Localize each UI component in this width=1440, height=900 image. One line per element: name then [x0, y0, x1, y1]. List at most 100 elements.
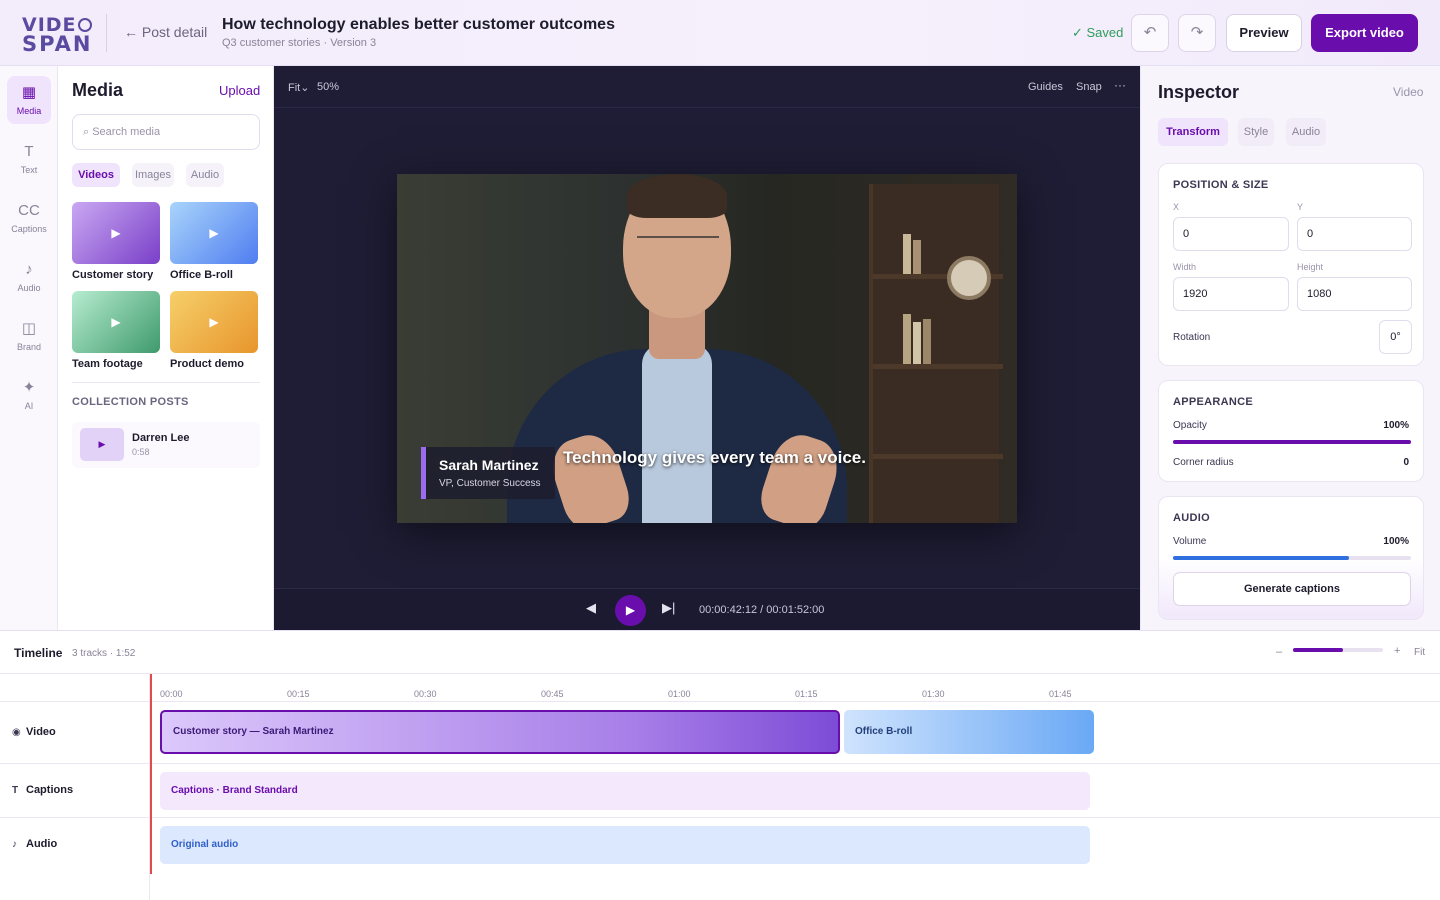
- media-tab-images[interactable]: Images: [132, 163, 174, 187]
- video-canvas[interactable]: Sarah Martinez VP, Customer Success Tech…: [397, 174, 1017, 523]
- rail-label: Audio: [17, 283, 41, 293]
- next-frame-icon[interactable]: ▶|: [662, 600, 675, 616]
- y-input[interactable]: 0: [1297, 217, 1412, 251]
- zoom-in-button[interactable]: +: [1394, 645, 1400, 657]
- grid-icon: ▦: [21, 84, 37, 101]
- inspector-tab-transform[interactable]: Transform: [1158, 118, 1228, 146]
- clip-office-broll[interactable]: Office B-roll: [844, 710, 1094, 754]
- media-tab-audio[interactable]: Audio: [186, 163, 224, 187]
- timeline-divider: [0, 673, 1440, 674]
- opacity-slider[interactable]: [1173, 440, 1411, 444]
- track-label-audio[interactable]: ♪ Audio: [12, 838, 57, 850]
- zoom-level[interactable]: 50%: [317, 81, 339, 93]
- clip-original-audio[interactable]: Original audio: [160, 826, 1090, 864]
- collection-thumb: ▶: [80, 428, 124, 461]
- play-button[interactable]: ▶: [615, 595, 646, 626]
- snap-toggle[interactable]: Snap: [1076, 81, 1102, 93]
- rail-label: Text: [20, 165, 38, 175]
- logo-bottom-text: SPAN: [22, 32, 93, 56]
- corner-radius-value[interactable]: 0: [1403, 457, 1409, 468]
- rail-item-audio[interactable]: ♪ Audio: [7, 253, 51, 301]
- bookshelf-background: [869, 184, 1003, 523]
- timeline-panel: Timeline 3 tracks · 1:52 – + Fit 00:00 0…: [0, 630, 1440, 900]
- rail-label: Captions: [11, 224, 47, 234]
- lower-third-name: Sarah Martinez: [439, 457, 539, 473]
- app-logo[interactable]: VIDE SPAN: [22, 14, 93, 56]
- media-divider: [72, 382, 260, 383]
- undo-button[interactable]: ↶: [1131, 14, 1169, 52]
- more-options-icon[interactable]: ···: [1114, 78, 1126, 92]
- preview-stage: Fit⌄ 50% Guides Snap ··· Sarah Martinez …: [274, 66, 1140, 630]
- playhead[interactable]: [150, 674, 152, 874]
- search-media-input[interactable]: ⌕ Search media: [72, 114, 260, 150]
- rail-item-brand[interactable]: ◫ Brand: [7, 312, 51, 360]
- zoom-out-button[interactable]: –: [1276, 646, 1282, 658]
- previous-frame-icon[interactable]: ◀: [586, 600, 596, 616]
- media-tab-videos[interactable]: Videos: [72, 163, 120, 187]
- ruler-divider: [0, 701, 1440, 702]
- ruler-tick: 01:00: [668, 689, 691, 699]
- preview-button[interactable]: Preview: [1226, 14, 1302, 52]
- y-label: Y: [1297, 202, 1304, 212]
- rail-label: AI: [24, 401, 34, 411]
- rotation-input[interactable]: 0°: [1379, 320, 1412, 354]
- media-item-label: Team footage: [72, 358, 143, 370]
- ruler-tick: 01:30: [922, 689, 945, 699]
- media-item-label: Product demo: [170, 358, 244, 370]
- track-label-video[interactable]: ◉ Video: [12, 726, 56, 738]
- brand-icon: ◫: [21, 320, 37, 337]
- ruler-tick: 00:00: [160, 689, 183, 699]
- width-input[interactable]: 1920: [1173, 277, 1289, 311]
- speaker-shirt: [642, 344, 712, 523]
- back-to-post-link[interactable]: ← Post detail: [124, 24, 207, 40]
- height-input[interactable]: 1080: [1297, 277, 1412, 311]
- fit-dropdown[interactable]: Fit⌄: [288, 81, 309, 94]
- timeline-zoom-slider[interactable]: [1293, 648, 1383, 652]
- redo-button[interactable]: ↷: [1178, 14, 1216, 52]
- timeline-meta: 3 tracks · 1:52: [72, 648, 136, 659]
- project-title: How technology enables better customer o…: [222, 16, 615, 33]
- caption-overlay[interactable]: Technology gives every team a voice.: [563, 448, 866, 468]
- x-label: X: [1173, 202, 1180, 212]
- track-label-captions[interactable]: T Captions: [12, 784, 73, 796]
- media-panel-title: Media: [72, 80, 124, 100]
- clip-customer-story[interactable]: Customer story — Sarah Martinez: [160, 710, 840, 754]
- collection-post-name: Darren Lee: [132, 432, 190, 444]
- lower-third-role: VP, Customer Success: [439, 478, 541, 489]
- inspector-tab-audio[interactable]: Audio: [1286, 118, 1326, 146]
- sparkle-icon: ✦: [22, 379, 36, 396]
- rail-item-media[interactable]: ▦ Media: [7, 76, 51, 124]
- media-panel: Media Upload ⌕ Search media Videos Image…: [58, 66, 274, 630]
- position-size-card: POSITION & SIZE X 0 Y 0 Width 1920 Heigh…: [1158, 163, 1424, 366]
- rail-item-captions[interactable]: CC Captions: [7, 194, 51, 242]
- track-divider: [0, 763, 1440, 764]
- volume-slider[interactable]: [1173, 556, 1411, 560]
- media-thumb-customer-story[interactable]: ▶: [72, 202, 160, 264]
- guides-toggle[interactable]: Guides: [1028, 81, 1063, 93]
- generate-captions-button[interactable]: Generate captions: [1173, 572, 1411, 606]
- rail-label: Brand: [16, 342, 42, 352]
- lower-third-overlay[interactable]: Sarah Martinez VP, Customer Success: [421, 447, 555, 499]
- export-video-button[interactable]: Export video: [1311, 14, 1418, 52]
- clip-captions[interactable]: Captions · Brand Standard: [160, 772, 1090, 810]
- rail-item-text[interactable]: T Text: [7, 135, 51, 183]
- tool-rail: ▦ Media T Text CC Captions ♪ Audio ◫ Bra…: [0, 66, 58, 630]
- stage-toolbar: Fit⌄ 50% Guides Snap ···: [274, 66, 1140, 108]
- media-thumb-team-footage[interactable]: ▶: [72, 291, 160, 353]
- play-icon: ▶: [111, 226, 121, 240]
- ruler-tick: 00:15: [287, 689, 310, 699]
- opacity-label: Opacity: [1173, 420, 1207, 431]
- timeline-fit-button[interactable]: Fit: [1414, 647, 1425, 658]
- x-input[interactable]: 0: [1173, 217, 1289, 251]
- inspector-title: Inspector: [1158, 82, 1240, 102]
- media-thumb-office-broll[interactable]: ▶: [170, 202, 258, 264]
- rail-label: Media: [16, 106, 42, 116]
- playback-controls: ◀ ▶ ▶| 00:00:42:12 / 00:01:52:00: [274, 588, 1140, 630]
- opacity-value: 100%: [1383, 420, 1409, 431]
- upload-button[interactable]: Upload: [219, 83, 260, 98]
- inspector-tab-style[interactable]: Style: [1238, 118, 1274, 146]
- collection-post-item[interactable]: ▶ Darren Lee 0:58: [72, 422, 260, 468]
- volume-slider-fill: [1173, 556, 1350, 560]
- rail-item-ai[interactable]: ✦ AI: [7, 371, 51, 419]
- media-thumb-product-demo[interactable]: ▶: [170, 291, 258, 353]
